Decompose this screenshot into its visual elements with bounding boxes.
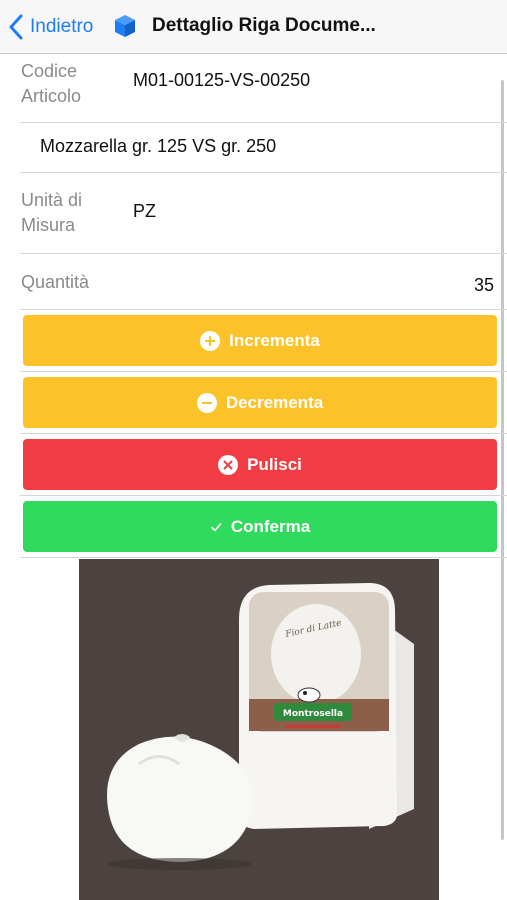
cube-icon (115, 15, 135, 37)
quantita-row: Quantità 35 (20, 254, 507, 310)
chevron-left-icon (9, 14, 23, 40)
divider (20, 495, 507, 496)
brand-label: Montrosella (283, 709, 343, 719)
page-title: Dettaglio Riga Docume... (152, 15, 376, 36)
description-row: Mozzarella gr. 125 VS gr. 250 (20, 123, 507, 173)
divider (20, 371, 507, 372)
codice-articolo-value: M01-00125-VS-00250 (133, 70, 311, 90)
conferma-label: Conferma (230, 516, 311, 536)
back-button[interactable]: Indietro (8, 12, 93, 42)
quantita-label: Quantità (21, 272, 90, 292)
plus-circle-icon (200, 330, 221, 351)
pulisci-label: Pulisci (247, 454, 302, 474)
close-circle-icon (218, 454, 239, 475)
incrementa-label: Incrementa (229, 330, 320, 350)
decrementa-label: Decrementa (225, 392, 324, 412)
unita-misura-label: Unità di Misura (21, 190, 83, 235)
incrementa-button[interactable]: Incrementa (23, 315, 497, 366)
product-image: Fior di Latte Montrosella (79, 559, 439, 900)
back-label: Indietro (30, 16, 94, 37)
minus-circle-icon (196, 392, 217, 413)
codice-articolo-row: Codice Articolo M01-00125-VS-00250 (20, 54, 507, 123)
checkmark-icon (210, 521, 222, 533)
description-value: Mozzarella gr. 125 VS gr. 250 (40, 136, 277, 156)
conferma-button[interactable]: Conferma (23, 501, 497, 552)
unita-misura-value: PZ (133, 201, 157, 221)
pulisci-button[interactable]: Pulisci (23, 439, 497, 490)
unita-misura-row: Unità di Misura PZ (20, 173, 507, 254)
codice-articolo-label: Codice Articolo (21, 61, 82, 106)
divider (20, 557, 507, 558)
decrementa-button[interactable]: Decrementa (23, 377, 497, 428)
navigation-bar: Indietro Dettaglio Riga Docume... (0, 0, 507, 54)
quantita-value: 35 (474, 275, 495, 295)
divider (20, 433, 507, 434)
